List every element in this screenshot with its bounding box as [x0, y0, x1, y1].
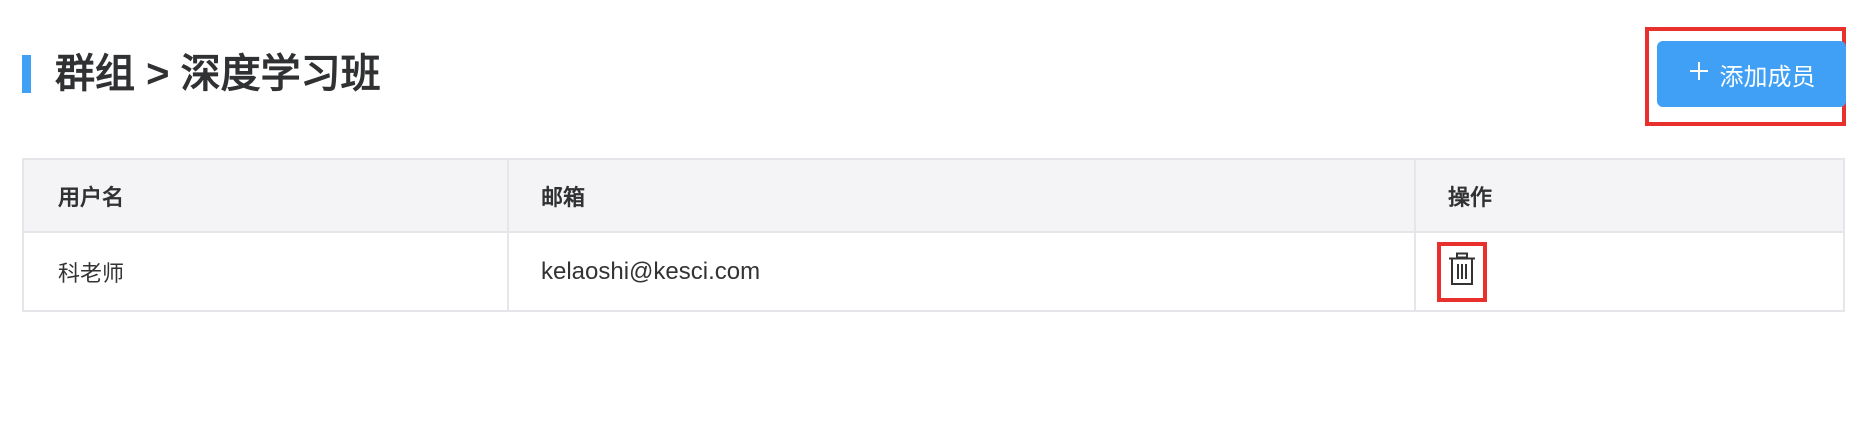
actions-cell [1416, 233, 1843, 310]
delete-member-button[interactable] [1437, 241, 1487, 302]
page-title: 群组 > 深度学习班 [55, 52, 381, 96]
table-row: 科老师 kelaoshi@kesci.com [24, 233, 1843, 310]
column-header-username: 用户名 [24, 160, 509, 231]
add-member-button[interactable]: 添加成员 [1657, 41, 1846, 107]
column-header-actions: 操作 [1448, 184, 1493, 210]
table-header-row: 用户名 邮箱 操作 [24, 160, 1843, 233]
email-cell: kelaoshi@kesci.com [509, 233, 1416, 310]
title-accent-bar [22, 55, 31, 93]
column-header-email: 邮箱 [509, 160, 1416, 231]
members-table: 用户名 邮箱 操作 科老师 kelaoshi@kesci.com [22, 158, 1845, 312]
trash-icon [1448, 252, 1476, 292]
username-cell: 科老师 [24, 233, 509, 310]
add-member-label: 添加成员 [1719, 63, 1816, 91]
plus-icon [1688, 58, 1710, 88]
